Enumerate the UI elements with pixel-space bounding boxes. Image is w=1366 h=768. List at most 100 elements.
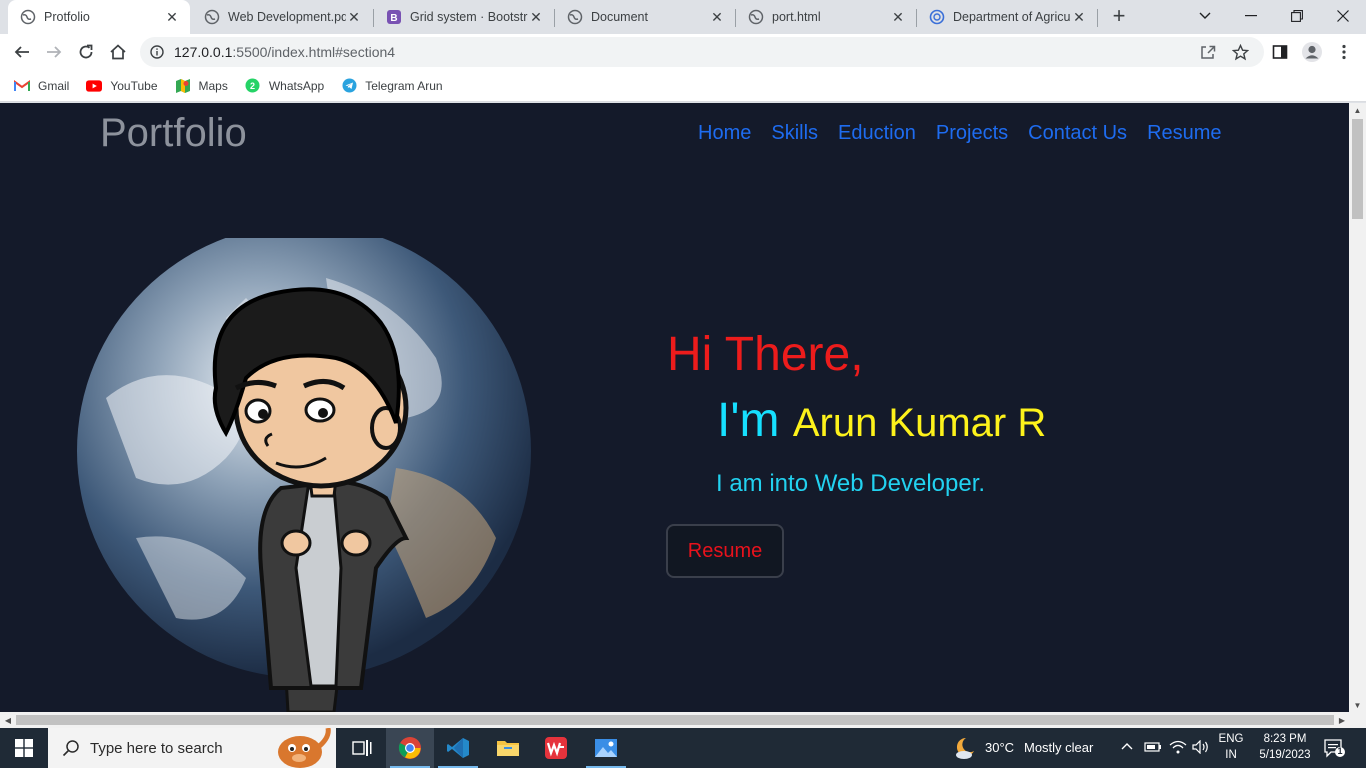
hero-name: Arun Kumar R	[792, 401, 1047, 445]
svg-text:B: B	[390, 13, 397, 24]
new-tab-button[interactable]: +	[1108, 5, 1130, 28]
photos-icon[interactable]	[582, 728, 630, 768]
show-hidden-icons-icon[interactable]	[1121, 742, 1133, 750]
close-icon[interactable]: ✕	[164, 9, 180, 25]
url-host: 127.0.0.1	[174, 44, 233, 60]
tab-protfolio[interactable]: Protfolio ✕	[8, 0, 190, 34]
scroll-down-icon[interactable]: ▼	[1349, 698, 1366, 712]
minimize-icon[interactable]	[1228, 0, 1274, 32]
battery-icon[interactable]	[1144, 741, 1162, 753]
profile-avatar-icon[interactable]	[1298, 38, 1326, 66]
brand-logo[interactable]: Portfolio	[100, 111, 247, 156]
wps-office-icon[interactable]	[532, 728, 580, 768]
tab-web-development[interactable]: Web Development.pdf ✕	[192, 0, 372, 34]
search-placeholder: Type here to search	[90, 739, 223, 757]
agri-icon	[929, 9, 945, 25]
tab-strip: Protfolio ✕ Web Development.pdf ✕ B Grid…	[0, 0, 1366, 34]
file-explorer-icon[interactable]	[484, 728, 532, 768]
horizontal-scrollbar[interactable]: ◀ ▶	[0, 712, 1366, 728]
bookmark-maps[interactable]: Maps	[175, 78, 228, 94]
bookmark-youtube[interactable]: YouTube	[86, 78, 158, 94]
windows-start-icon[interactable]	[0, 728, 48, 768]
bookmark-label: WhatsApp	[268, 78, 325, 93]
tab-title: Grid system · Bootstrap	[410, 10, 528, 24]
tab-title: Protfolio	[44, 10, 90, 24]
nav-link-eduction[interactable]: Eduction	[838, 122, 916, 145]
page-viewport: Portfolio Home Skills Eduction Projects …	[0, 103, 1349, 712]
globe-icon	[204, 9, 220, 25]
maps-icon	[175, 78, 191, 94]
side-panel-icon[interactable]	[1266, 38, 1294, 66]
bookmark-gmail[interactable]: Gmail	[14, 78, 69, 94]
tab-title: port.html	[772, 10, 821, 24]
close-icon[interactable]: ✕	[528, 9, 544, 25]
close-icon[interactable]: ✕	[890, 9, 906, 25]
weather-temperature[interactable]: 30°C	[985, 740, 1014, 755]
back-icon[interactable]	[8, 38, 36, 66]
bookmarks-bar: Gmail YouTube Maps 2 WhatsApp Telegram A…	[0, 70, 1366, 102]
horizontal-scroll-thumb[interactable]	[16, 715, 1334, 725]
clock-date[interactable]: 5/19/2023	[1252, 749, 1318, 761]
notification-count: 1	[1337, 746, 1343, 756]
search-icon	[62, 739, 80, 757]
vertical-scrollbar[interactable]: ▲ ▼	[1349, 103, 1366, 712]
scroll-up-icon[interactable]: ▲	[1349, 103, 1366, 117]
tab-port-html[interactable]: port.html ✕	[736, 0, 916, 34]
forward-icon[interactable]	[40, 38, 68, 66]
whatsapp-icon: 2	[245, 78, 261, 94]
url-path: :5500/index.html#section4	[232, 44, 396, 60]
nav-link-resume[interactable]: Resume	[1147, 122, 1221, 145]
windows-taskbar: Type here to search 30°C Mostly clear EN…	[0, 728, 1366, 768]
menu-kebab-icon[interactable]	[1330, 38, 1358, 66]
gmail-icon	[14, 78, 30, 94]
bookmark-whatsapp[interactable]: 2 WhatsApp	[245, 78, 324, 94]
volume-icon[interactable]	[1192, 740, 1210, 754]
task-view-icon[interactable]	[338, 728, 386, 768]
bookmark-star-icon[interactable]	[1226, 38, 1254, 66]
window-close-icon[interactable]	[1320, 0, 1366, 32]
resume-button[interactable]: Resume	[666, 524, 784, 578]
close-icon[interactable]: ✕	[346, 9, 362, 25]
wifi-icon[interactable]	[1169, 740, 1187, 754]
clock-time[interactable]: 8:23 PM	[1252, 733, 1318, 745]
home-icon[interactable]	[104, 38, 132, 66]
language-indicator[interactable]: ENG	[1216, 733, 1246, 745]
scroll-left-icon[interactable]: ◀	[0, 712, 16, 728]
address-bar[interactable]: 127.0.0.1:5500/index.html#section4	[140, 37, 1264, 67]
bootstrap-icon: B	[386, 9, 402, 25]
bookmark-telegram[interactable]: Telegram Arun	[341, 78, 443, 94]
hero-iam-prefix: I'm	[717, 394, 780, 447]
globe-icon	[20, 9, 36, 25]
hero-role: I am into Web Developer.	[716, 470, 986, 497]
tab-document[interactable]: Document ✕	[555, 0, 735, 34]
tab-title: Document	[591, 10, 648, 24]
restore-icon[interactable]	[1274, 0, 1320, 32]
region-indicator[interactable]: IN	[1216, 749, 1246, 761]
tab-title: Department of Agriculture	[953, 10, 1071, 24]
close-icon[interactable]: ✕	[1071, 9, 1087, 25]
vertical-scroll-thumb[interactable]	[1352, 119, 1363, 219]
hero-greeting: Hi There,	[667, 328, 864, 381]
weather-icon[interactable]	[952, 735, 978, 761]
taskbar-search-box[interactable]: Type here to search	[48, 728, 336, 768]
globe-icon	[748, 9, 764, 25]
vscode-taskbar-icon[interactable]	[434, 728, 482, 768]
nav-link-skills[interactable]: Skills	[771, 122, 818, 145]
chrome-taskbar-icon[interactable]	[386, 728, 434, 768]
tab-department-of-agriculture[interactable]: Department of Agriculture ✕	[917, 0, 1097, 34]
telegram-icon	[341, 78, 357, 94]
close-icon[interactable]: ✕	[709, 9, 725, 25]
hero-intro: I'm Arun Kumar R	[717, 393, 1046, 448]
nav-link-projects[interactable]: Projects	[936, 122, 1008, 145]
weather-condition[interactable]: Mostly clear	[1024, 740, 1093, 755]
tab-search-icon[interactable]	[1182, 0, 1228, 32]
share-icon[interactable]	[1194, 38, 1222, 66]
nav-link-home[interactable]: Home	[698, 122, 751, 145]
svg-text:2: 2	[250, 81, 255, 91]
site-info-icon[interactable]	[150, 45, 164, 59]
reload-icon[interactable]	[72, 38, 100, 66]
scroll-right-icon[interactable]: ▶	[1334, 712, 1350, 728]
nav-link-contact-us[interactable]: Contact Us	[1028, 122, 1127, 145]
tab-grid-system[interactable]: B Grid system · Bootstrap ✕	[374, 0, 554, 34]
tab-title: Web Development.pdf	[228, 10, 346, 24]
